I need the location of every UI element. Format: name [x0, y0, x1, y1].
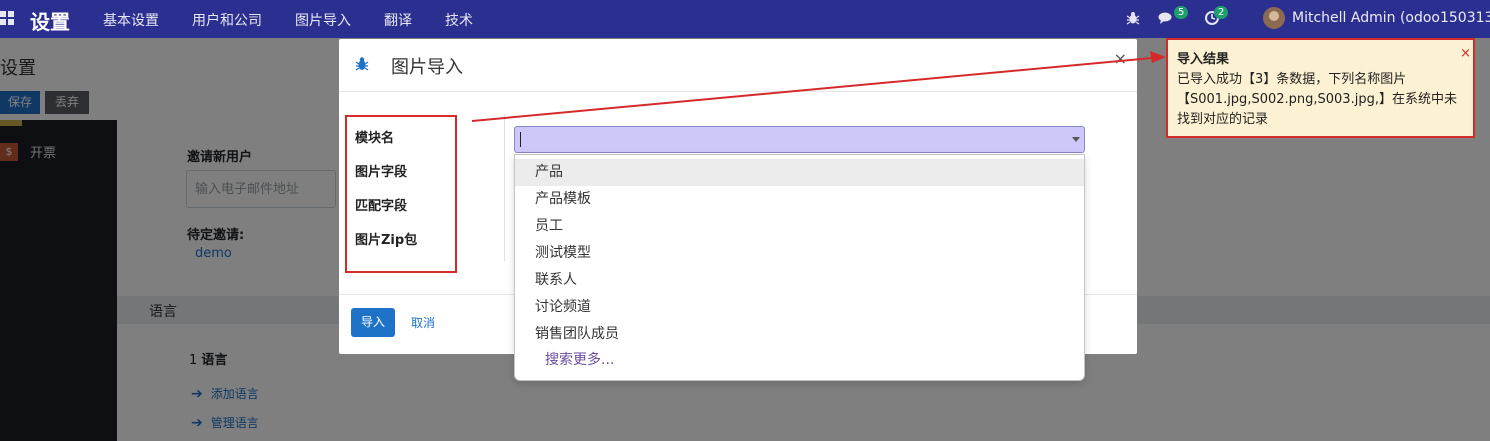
dropdown-option[interactable]: 销售团队成员	[515, 321, 1084, 348]
menu-item-technical[interactable]: 技术	[445, 10, 473, 30]
match-field-label: 匹配字段	[355, 199, 408, 214]
dialog-close-button[interactable]: ×	[1114, 49, 1127, 68]
module-dropdown-menu: 产品 产品模板 员工 测试模型 联系人 讨论频道 销售团队成员 搜索更多...	[514, 154, 1085, 381]
menu-item-image-import[interactable]: 图片导入	[295, 10, 351, 30]
activities-count-badge: 2	[1214, 6, 1229, 19]
menu-item-basic-settings[interactable]: 基本设置	[103, 10, 159, 30]
dropdown-arrow-icon[interactable]	[1072, 137, 1080, 142]
module-name-select[interactable]	[514, 126, 1085, 153]
image-field-label: 图片字段	[355, 165, 408, 180]
messages-count-badge: 5	[1174, 6, 1189, 19]
user-menu[interactable]: Mitchell Admin (odoo150313)	[1292, 10, 1490, 26]
user-avatar[interactable]	[1263, 7, 1285, 29]
dialog-title: 图片导入	[391, 57, 463, 78]
dialog-header: 图片导入 ×	[339, 39, 1137, 92]
image-zip-label: 图片Zip包	[355, 233, 418, 248]
dropdown-option[interactable]: 产品	[515, 159, 1084, 186]
search-more-link[interactable]: 搜索更多...	[545, 349, 614, 369]
menu-item-translations[interactable]: 翻译	[384, 10, 412, 30]
notification-close-button[interactable]: ×	[1460, 46, 1471, 61]
chat-icon[interactable]	[1158, 11, 1174, 25]
menu-item-users-companies[interactable]: 用户和公司	[192, 10, 262, 30]
dropdown-option[interactable]: 联系人	[515, 267, 1084, 294]
main-menu: 基本设置 用户和公司 图片导入 翻译 技术	[103, 10, 506, 30]
notification-title: 导入结果	[1177, 52, 1230, 67]
debug-bug-icon[interactable]	[1126, 11, 1140, 25]
module-name-label: 模块名	[355, 131, 395, 146]
dropdown-option[interactable]: 产品模板	[515, 186, 1084, 213]
notification-body: 已导入成功【3】条数据，下列名称图片【S001.jpg,S002.png,S00…	[1177, 72, 1457, 127]
dropdown-option[interactable]: 讨论频道	[515, 294, 1084, 321]
dropdown-option[interactable]: 测试模型	[515, 240, 1084, 267]
apps-grid-icon[interactable]	[0, 11, 14, 25]
import-result-notification: 导入结果 已导入成功【3】条数据，下列名称图片【S001.jpg,S002.pn…	[1166, 38, 1475, 138]
app-title[interactable]: 设置	[30, 6, 70, 35]
text-cursor	[520, 132, 521, 147]
field-column-divider	[504, 115, 505, 261]
cancel-button[interactable]: 取消	[411, 314, 435, 331]
dropdown-option[interactable]: 员工	[515, 213, 1084, 240]
top-navbar: 设置 基本设置 用户和公司 图片导入 翻译 技术 5 2 Mitchell Ad…	[0, 0, 1490, 38]
bug-icon	[355, 57, 369, 71]
import-button[interactable]: 导入	[351, 308, 395, 337]
